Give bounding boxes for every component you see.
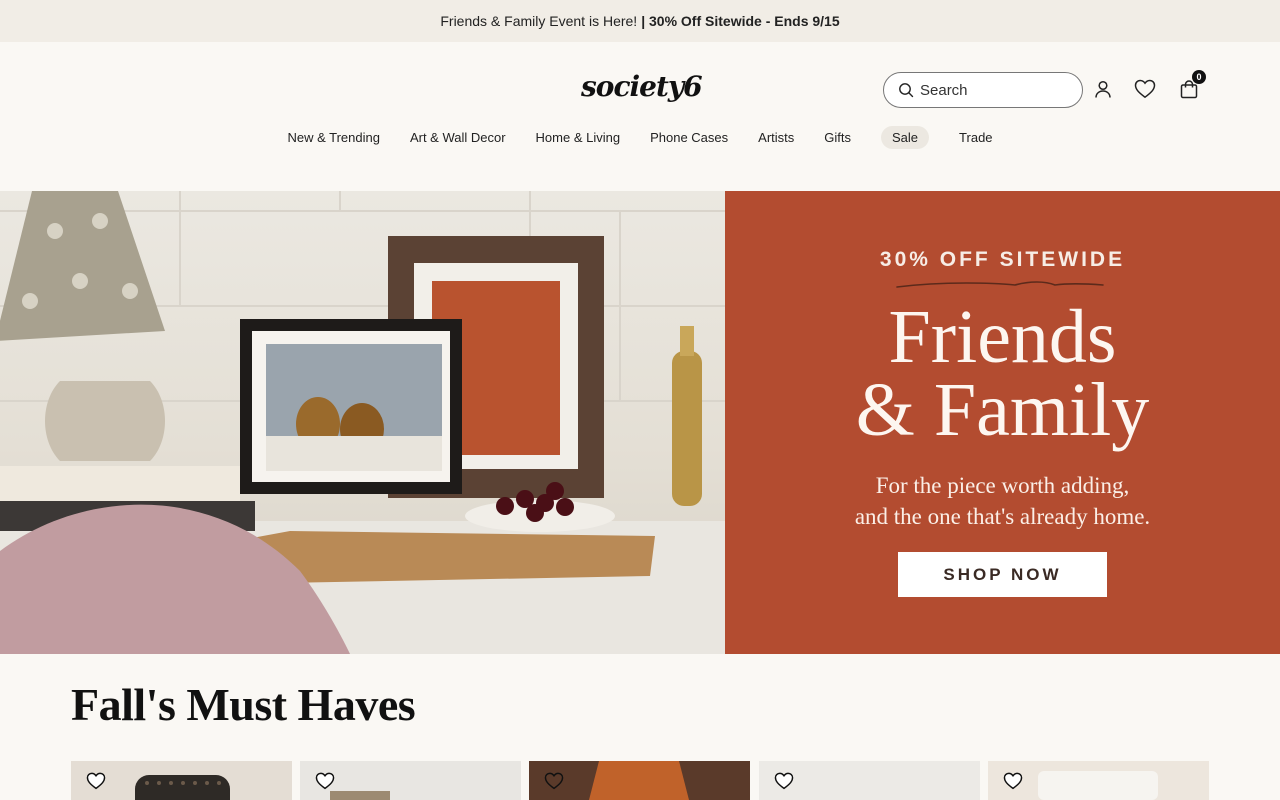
hero-photo-illustration: [0, 191, 725, 654]
product-card[interactable]: [300, 761, 521, 800]
cart-button[interactable]: 0: [1178, 70, 1206, 100]
hero-banner[interactable]: 30% OFF SITEWIDE Friends & Family For th…: [0, 191, 1280, 654]
search-box[interactable]: [883, 72, 1083, 108]
heart-outline-icon[interactable]: [86, 772, 106, 790]
promo-offer-text: | 30% Off Sitewide - Ends 9/15: [641, 13, 840, 29]
product-card[interactable]: [71, 761, 292, 800]
society6-logo[interactable]: society6: [581, 70, 703, 103]
nav-trade[interactable]: Trade: [959, 126, 992, 149]
hero-lifestyle-photo: [0, 191, 725, 654]
main-navigation: New & Trending Art & Wall Decor Home & L…: [0, 126, 1280, 149]
nav-artists[interactable]: Artists: [758, 126, 794, 149]
section-title: Fall's Must Haves: [71, 679, 416, 730]
hero-subtitle: For the piece worth adding, and the one …: [725, 470, 1280, 532]
heart-outline-icon[interactable]: [315, 772, 335, 790]
site-header: society6 0 New & Trending Art & Wall Dec…: [0, 42, 1280, 191]
nav-phone-cases[interactable]: Phone Cases: [650, 126, 728, 149]
nav-gifts[interactable]: Gifts: [824, 126, 851, 149]
search-input[interactable]: [920, 81, 1060, 99]
promo-banner[interactable]: Friends & Family Event is Here! | 30% Of…: [0, 0, 1280, 42]
table-runner-image: [589, 761, 689, 800]
product-card[interactable]: [759, 761, 980, 800]
heart-icon: [1134, 79, 1156, 99]
heart-outline-icon[interactable]: [774, 772, 794, 790]
hero-title: Friends & Family: [725, 295, 1280, 452]
heart-outline-icon[interactable]: [544, 772, 564, 790]
squiggle-divider-icon: [896, 281, 1104, 288]
heart-outline-icon[interactable]: [1003, 772, 1023, 790]
hero-title-line-1: Friends: [888, 295, 1117, 379]
nav-art-wall-decor[interactable]: Art & Wall Decor: [410, 126, 506, 149]
shop-now-button[interactable]: SHOP NOW: [898, 552, 1107, 597]
cart-count-badge: 0: [1192, 70, 1206, 84]
account-button[interactable]: [1092, 78, 1114, 100]
promo-text: Friends & Family Event is Here!: [440, 13, 638, 29]
wishlist-button[interactable]: [1134, 78, 1156, 100]
bedding-image: [1038, 771, 1158, 800]
hero-subtitle-line-1: For the piece worth adding,: [875, 473, 1130, 498]
phone-case-image: [135, 775, 230, 800]
product-card[interactable]: [988, 761, 1209, 800]
user-icon: [1095, 80, 1111, 98]
nav-home-living[interactable]: Home & Living: [536, 126, 621, 149]
product-card[interactable]: [529, 761, 750, 800]
hero-title-line-2: & Family: [855, 368, 1150, 452]
hero-promo-panel: 30% OFF SITEWIDE Friends & Family For th…: [725, 191, 1280, 654]
nav-new-trending[interactable]: New & Trending: [287, 126, 380, 149]
hero-subtitle-line-2: and the one that's already home.: [854, 504, 1151, 529]
hero-eyebrow: 30% OFF SITEWIDE: [879, 248, 1126, 271]
nav-sale[interactable]: Sale: [881, 126, 930, 149]
search-icon: [899, 83, 914, 98]
pillow-image: [330, 791, 390, 800]
